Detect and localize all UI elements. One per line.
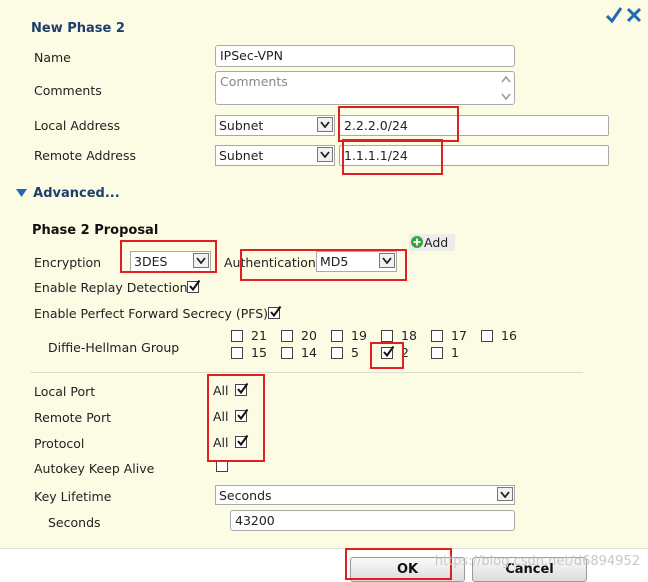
section-divider [30, 372, 583, 373]
name-label: Name [34, 50, 71, 65]
dh-group-21-label: 21 [251, 328, 267, 343]
local-port-label: Local Port [34, 384, 96, 399]
remote-address-type-value: Subnet [219, 148, 264, 163]
seconds-label: Seconds [48, 515, 101, 530]
highlight-encryption [120, 240, 217, 273]
comments-textarea[interactable]: Comments [215, 71, 515, 105]
dh-group-21-checkbox[interactable] [231, 330, 243, 342]
highlight-ports-protocol [207, 374, 265, 462]
seconds-input[interactable]: 43200 [230, 510, 515, 531]
dh-group-19-label: 19 [351, 328, 367, 343]
advanced-toggle[interactable]: Advanced... [16, 186, 120, 201]
local-address-type-value: Subnet [219, 118, 264, 133]
comments-label: Comments [34, 83, 102, 98]
dh-group-5-label: 5 [351, 345, 359, 360]
highlight-remote-address [342, 139, 443, 175]
highlight-authentication [240, 249, 407, 281]
replay-detection-label: Enable Replay Detection [34, 280, 188, 295]
confirm-check-icon[interactable] [605, 6, 623, 28]
dh-group-16-checkbox[interactable] [481, 330, 493, 342]
dh-group-17-checkbox[interactable] [431, 330, 443, 342]
replay-detection-checkbox[interactable] [187, 279, 201, 293]
dialog-title: New Phase 2 [31, 21, 125, 36]
add-label: Add [424, 235, 449, 250]
dh-group-15-checkbox[interactable] [231, 347, 243, 359]
proposal-title: Phase 2 Proposal [32, 223, 159, 238]
pfs-checkbox[interactable] [268, 305, 282, 319]
comments-scrollbar[interactable] [499, 73, 513, 103]
protocol-label: Protocol [34, 436, 85, 451]
close-icon[interactable] [626, 7, 642, 27]
key-lifetime-value: Seconds [219, 488, 272, 503]
dh-group-18-checkbox[interactable] [381, 330, 393, 342]
remote-port-label: Remote Port [34, 410, 111, 425]
dh-group-5-checkbox[interactable] [331, 347, 343, 359]
dh-group-18-label: 18 [401, 328, 417, 343]
highlight-dh-group-2 [370, 342, 404, 369]
remote-address-type-select[interactable]: Subnet [215, 145, 335, 166]
encryption-label: Encryption [34, 255, 102, 270]
remote-address-label: Remote Address [34, 148, 136, 163]
dh-group-15-label: 15 [251, 345, 267, 360]
dh-group-14-checkbox[interactable] [281, 347, 293, 359]
dh-group-1-label: 1 [451, 345, 459, 360]
local-address-label: Local Address [34, 118, 121, 133]
watermark-text: https://blog.csdn.net/d6894952 [434, 554, 640, 569]
dh-group-14-label: 14 [301, 345, 317, 360]
local-address-type-select[interactable]: Subnet [215, 115, 335, 136]
plus-circle-icon [411, 236, 423, 252]
add-proposal-button[interactable]: Add [409, 234, 455, 251]
dialog-panel: New Phase 2 Name IPSec-VPN Comments Comm… [0, 0, 648, 548]
chevron-down-icon [317, 117, 333, 132]
comments-placeholder: Comments [220, 74, 288, 89]
key-lifetime-label: Key Lifetime [34, 489, 112, 504]
dh-group-1-checkbox[interactable] [431, 347, 443, 359]
pfs-label: Enable Perfect Forward Secrecy (PFS) [34, 306, 269, 321]
advanced-label: Advanced... [33, 186, 120, 201]
chevron-down-icon [497, 487, 513, 501]
key-lifetime-select[interactable]: Seconds [215, 485, 515, 505]
dh-group-20-label: 20 [301, 328, 317, 343]
dh-group-19-checkbox[interactable] [331, 330, 343, 342]
name-input[interactable]: IPSec-VPN [215, 45, 515, 67]
chevron-down-icon [317, 147, 333, 162]
dh-group-20-checkbox[interactable] [281, 330, 293, 342]
dh-group-17-label: 17 [451, 328, 467, 343]
autokey-keepalive-label: Autokey Keep Alive [34, 461, 155, 476]
dh-group-16-label: 16 [501, 328, 517, 343]
triangle-down-icon [16, 186, 27, 201]
highlight-local-address [338, 106, 459, 142]
dh-group-label: Diffie-Hellman Group [48, 340, 180, 355]
